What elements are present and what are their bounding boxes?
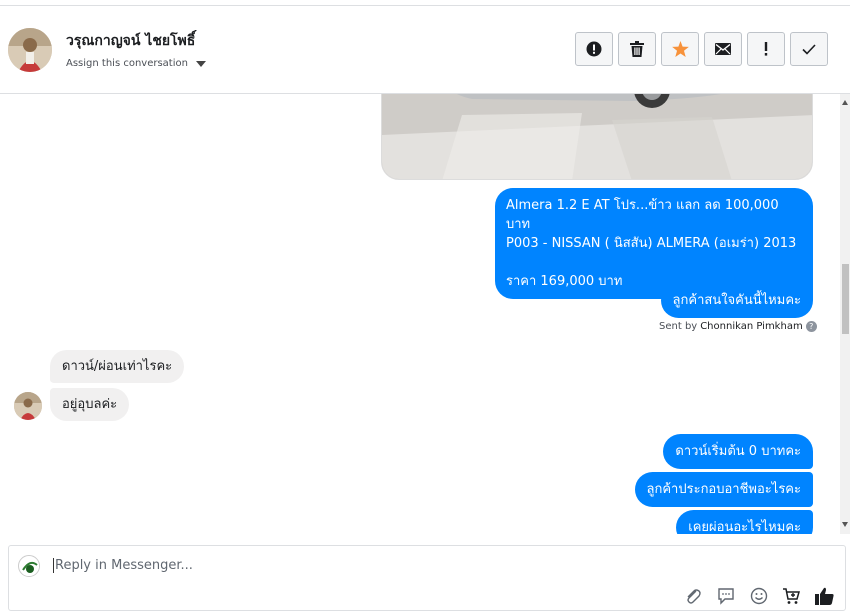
car-photo[interactable] — [381, 94, 813, 180]
add-to-cart-button[interactable] — [781, 585, 802, 606]
cart-icon — [783, 587, 800, 604]
assign-conversation-dropdown[interactable]: Assign this conversation — [66, 58, 206, 69]
alert-circle-icon — [586, 41, 602, 57]
star-button[interactable] — [661, 32, 699, 66]
follow-up-button[interactable] — [747, 32, 785, 66]
send-like-button[interactable] — [814, 585, 835, 606]
outgoing-message[interactable]: เคยผ่อนอะไรไหมคะ — [676, 510, 813, 534]
attach-button[interactable] — [682, 585, 703, 606]
contact-avatar-small — [14, 392, 42, 420]
outgoing-message[interactable]: ลูกค้าสนใจคันนี้ไหมคะ — [660, 283, 813, 318]
listing-title: Almera 1.2 E AT โปร...ข้าว แลก ลด 100,00… — [506, 198, 779, 232]
help-icon[interactable]: ? — [805, 321, 817, 332]
trash-icon — [630, 41, 644, 57]
saved-reply-icon — [717, 587, 734, 605]
thread-scrollbar[interactable] — [840, 94, 850, 534]
mark-spam-button[interactable] — [575, 32, 613, 66]
emoji-icon — [750, 587, 767, 604]
delete-button[interactable] — [618, 32, 656, 66]
thumbs-up-icon — [815, 587, 834, 605]
contact-name: วรุณกาญจน์ ไชยโพธิ์ — [66, 33, 196, 49]
reply-input[interactable]: Reply in Messenger... — [53, 558, 193, 573]
caret-down-icon — [195, 60, 206, 67]
envelope-icon — [715, 43, 731, 55]
exclamation-icon — [764, 42, 768, 56]
sent-by-prefix: Sent by — [659, 321, 698, 332]
scroll-down-arrow-icon[interactable] — [842, 522, 848, 527]
listing-model: P003 - NISSAN ( นิสสัน) ALMERA (อเมร่า) … — [506, 236, 797, 251]
reply-composer: Reply in Messenger... — [8, 545, 846, 611]
assign-label: Assign this conversation — [66, 58, 188, 69]
mark-unread-button[interactable] — [704, 32, 742, 66]
outgoing-message[interactable]: ดาวน์เริ่มต้น 0 บาทคะ — [663, 434, 813, 469]
paperclip-icon — [686, 588, 701, 604]
sent-by-label: Sent by Chonnikan Pimkham ? — [659, 321, 817, 332]
header-actions — [575, 32, 828, 66]
incoming-message[interactable]: ดาวน์/ผ่อนเท่าไรคะ — [50, 350, 185, 383]
sent-by-name: Chonnikan Pimkham — [700, 321, 803, 332]
message-thread[interactable]: Almera 1.2 E AT โปร...ข้าว แลก ลด 100,00… — [0, 94, 840, 534]
mark-done-button[interactable] — [790, 32, 828, 66]
incoming-message[interactable]: อยู่อุบลค่ะ — [50, 388, 130, 421]
star-icon — [671, 41, 689, 57]
check-icon — [802, 43, 816, 55]
contact-avatar[interactable] — [8, 28, 52, 72]
conversation-header: วรุณกาญจน์ ไชยโพธิ์ Assign this conversa… — [0, 6, 850, 94]
scroll-thumb[interactable] — [842, 264, 849, 334]
composer-tools — [682, 585, 835, 606]
emoji-button[interactable] — [748, 585, 769, 606]
scroll-up-arrow-icon[interactable] — [842, 100, 848, 105]
saved-replies-button[interactable] — [715, 585, 736, 606]
page-avatar — [18, 555, 40, 577]
outgoing-message[interactable]: ลูกค้าประกอบอาชีพอะไรคะ — [634, 472, 813, 507]
